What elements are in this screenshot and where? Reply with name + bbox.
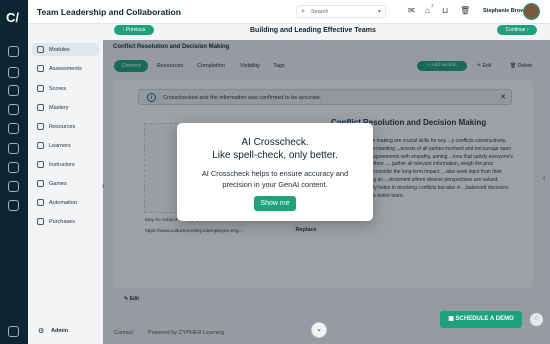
- show-me-button[interactable]: Show me: [254, 196, 296, 211]
- user-name[interactable]: Stephanie Brown: [483, 8, 528, 14]
- app-title: Team Leadership and Collaboration: [37, 7, 181, 17]
- sidebar: Modules Assessments Scores Mastery Resou…: [28, 40, 103, 344]
- home-icon[interactable]: [8, 46, 19, 57]
- continue-button[interactable]: Continue ›: [497, 25, 537, 35]
- top-bar: Team Leadership and Collaboration ⌕ Sear…: [28, 0, 550, 24]
- sidebar-item-mastery[interactable]: Mastery: [32, 101, 99, 114]
- automation-icon: [37, 199, 44, 206]
- sidebar-item-label: Instructors: [49, 161, 75, 168]
- modal-title: AI Crosscheck.: [241, 137, 309, 148]
- groups-icon[interactable]: [8, 104, 19, 115]
- app-logo[interactable]: C/: [6, 10, 19, 25]
- search-icon: ⌕: [301, 8, 305, 15]
- sidebar-item-label: Purchases: [49, 218, 75, 225]
- schedule-demo-label: SCHEDULE A DEMO: [455, 316, 514, 322]
- sidebar-item-learners[interactable]: Learners: [32, 139, 99, 152]
- ai-crosscheck-modal: AI Crosscheck. Like spell-check, only be…: [177, 123, 373, 221]
- sidebar-item-label: Modules: [49, 46, 70, 53]
- modal-text: AI Crosscheck helps to ensure accuracy a…: [201, 169, 349, 189]
- sidebar-item-games[interactable]: Games: [32, 177, 99, 190]
- app-rail: C/: [0, 0, 28, 344]
- previous-label: Previous: [125, 27, 146, 33]
- notification-badge: 3: [431, 3, 434, 8]
- sidebar-item-instructors[interactable]: Instructors: [32, 158, 99, 171]
- schedule-demo-button[interactable]: ▣ SCHEDULE A DEMO: [440, 311, 522, 328]
- sidebar-item-modules[interactable]: Modules: [32, 43, 99, 56]
- learners-icon: [37, 142, 44, 149]
- settings-icon[interactable]: [8, 200, 19, 211]
- sidebar-item-label: Resources: [49, 123, 76, 130]
- cart-icon[interactable]: ⊔: [442, 6, 448, 15]
- page-title: Building and Leading Effective Teams: [250, 27, 376, 34]
- notifications-icon[interactable]: ⌂: [425, 6, 430, 15]
- sidebar-item-label: Mastery: [49, 104, 69, 111]
- purchases-icon: [37, 218, 44, 225]
- analytics-icon[interactable]: [8, 181, 19, 192]
- reports-icon[interactable]: [8, 162, 19, 173]
- chevron-down-icon[interactable]: ▾: [378, 8, 381, 15]
- sidebar-item-label: Games: [49, 180, 67, 187]
- sidebar-item-label: Learners: [49, 142, 71, 149]
- help-icon[interactable]: [8, 326, 19, 337]
- calendar-icon[interactable]: [8, 123, 19, 134]
- sidebar-item-scores[interactable]: Scores: [32, 82, 99, 95]
- sidebar-item-label: Scores: [49, 85, 67, 92]
- continue-label: Continue: [505, 27, 526, 33]
- courses-icon[interactable]: [8, 67, 19, 78]
- previous-button[interactable]: ‹ Previous: [114, 25, 154, 35]
- games-icon: [37, 180, 44, 187]
- sidebar-item-purchases[interactable]: Purchases: [32, 215, 99, 228]
- modal-subtitle: Like spell-check, only better.: [212, 150, 338, 161]
- gear-icon[interactable]: ⚙: [38, 327, 44, 335]
- chat-icon[interactable]: ◌: [530, 313, 543, 326]
- search-placeholder: Search: [311, 9, 329, 15]
- instructors-icon: [37, 161, 44, 168]
- assessments-icon: [37, 65, 44, 72]
- scroll-down-icon[interactable]: ⌄: [311, 322, 327, 338]
- mastery-icon: [37, 104, 44, 111]
- sidebar-item-automation[interactable]: Automation: [32, 196, 99, 209]
- messages-icon[interactable]: [8, 143, 19, 154]
- sidebar-item-assessments[interactable]: Assessments: [32, 62, 99, 75]
- scores-icon: [37, 85, 44, 92]
- avatar[interactable]: [523, 3, 540, 20]
- resources-icon: [37, 123, 44, 130]
- modules-icon: [37, 46, 44, 53]
- users-icon[interactable]: [8, 85, 19, 96]
- search-input[interactable]: ⌕ Search ▾: [296, 5, 386, 18]
- sidebar-item-label: Automation: [49, 199, 77, 206]
- admin-link[interactable]: Admin: [51, 328, 68, 334]
- sidebar-item-resources[interactable]: Resources: [32, 120, 99, 133]
- trash-icon[interactable]: 🗑: [460, 6, 470, 15]
- sidebar-item-label: Assessments: [49, 65, 82, 72]
- mail-icon[interactable]: ✉: [408, 6, 415, 15]
